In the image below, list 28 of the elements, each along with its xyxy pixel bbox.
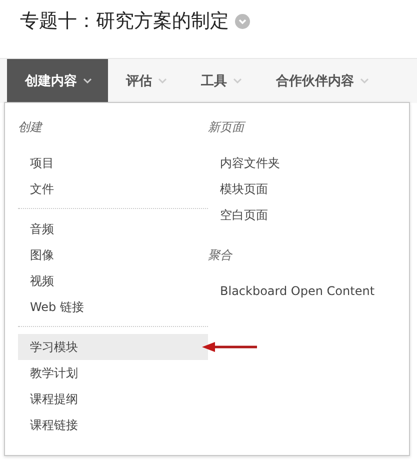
menu-item[interactable]: Blackboard Open Content	[208, 278, 398, 304]
section-heading: 创建	[18, 119, 44, 136]
menu-item[interactable]: 模块页面	[208, 176, 398, 202]
menu-item[interactable]: 课程提纲	[18, 386, 208, 412]
menu-tab[interactable]: 创建内容	[7, 59, 108, 103]
menu-item[interactable]: 文件	[18, 176, 208, 202]
menu-item[interactable]: 视频	[18, 268, 208, 294]
menu-item[interactable]: 内容文件夹	[208, 150, 398, 176]
page-title: 专题十：研究方案的制定	[20, 9, 229, 34]
chevron-down-icon	[233, 78, 242, 84]
menu-tab[interactable]: 工具	[183, 59, 258, 103]
section-heading: 新页面	[208, 119, 247, 136]
menu-tab[interactable]: 合作伙伴内容	[258, 59, 385, 103]
menu-item[interactable]: 学习模块	[18, 334, 208, 360]
menu-item[interactable]: 课程链接	[18, 412, 208, 438]
chevron-down-icon	[360, 78, 369, 84]
menu-item[interactable]: 音频	[18, 216, 208, 242]
menu-tab[interactable]: 评估	[108, 59, 183, 103]
menu-item[interactable]: Web 链接	[18, 294, 208, 320]
menu-item[interactable]: 空白页面	[208, 202, 398, 228]
chevron-down-icon	[158, 78, 167, 84]
arrow-annotation	[202, 342, 257, 352]
chevron-down-icon[interactable]	[235, 14, 250, 28]
menu-item[interactable]: 项目	[18, 150, 208, 176]
chevron-down-icon	[83, 78, 92, 84]
menu-item[interactable]: 教学计划	[18, 360, 208, 386]
menu-item[interactable]: 图像	[18, 242, 208, 268]
section-heading: 聚合	[208, 247, 234, 264]
